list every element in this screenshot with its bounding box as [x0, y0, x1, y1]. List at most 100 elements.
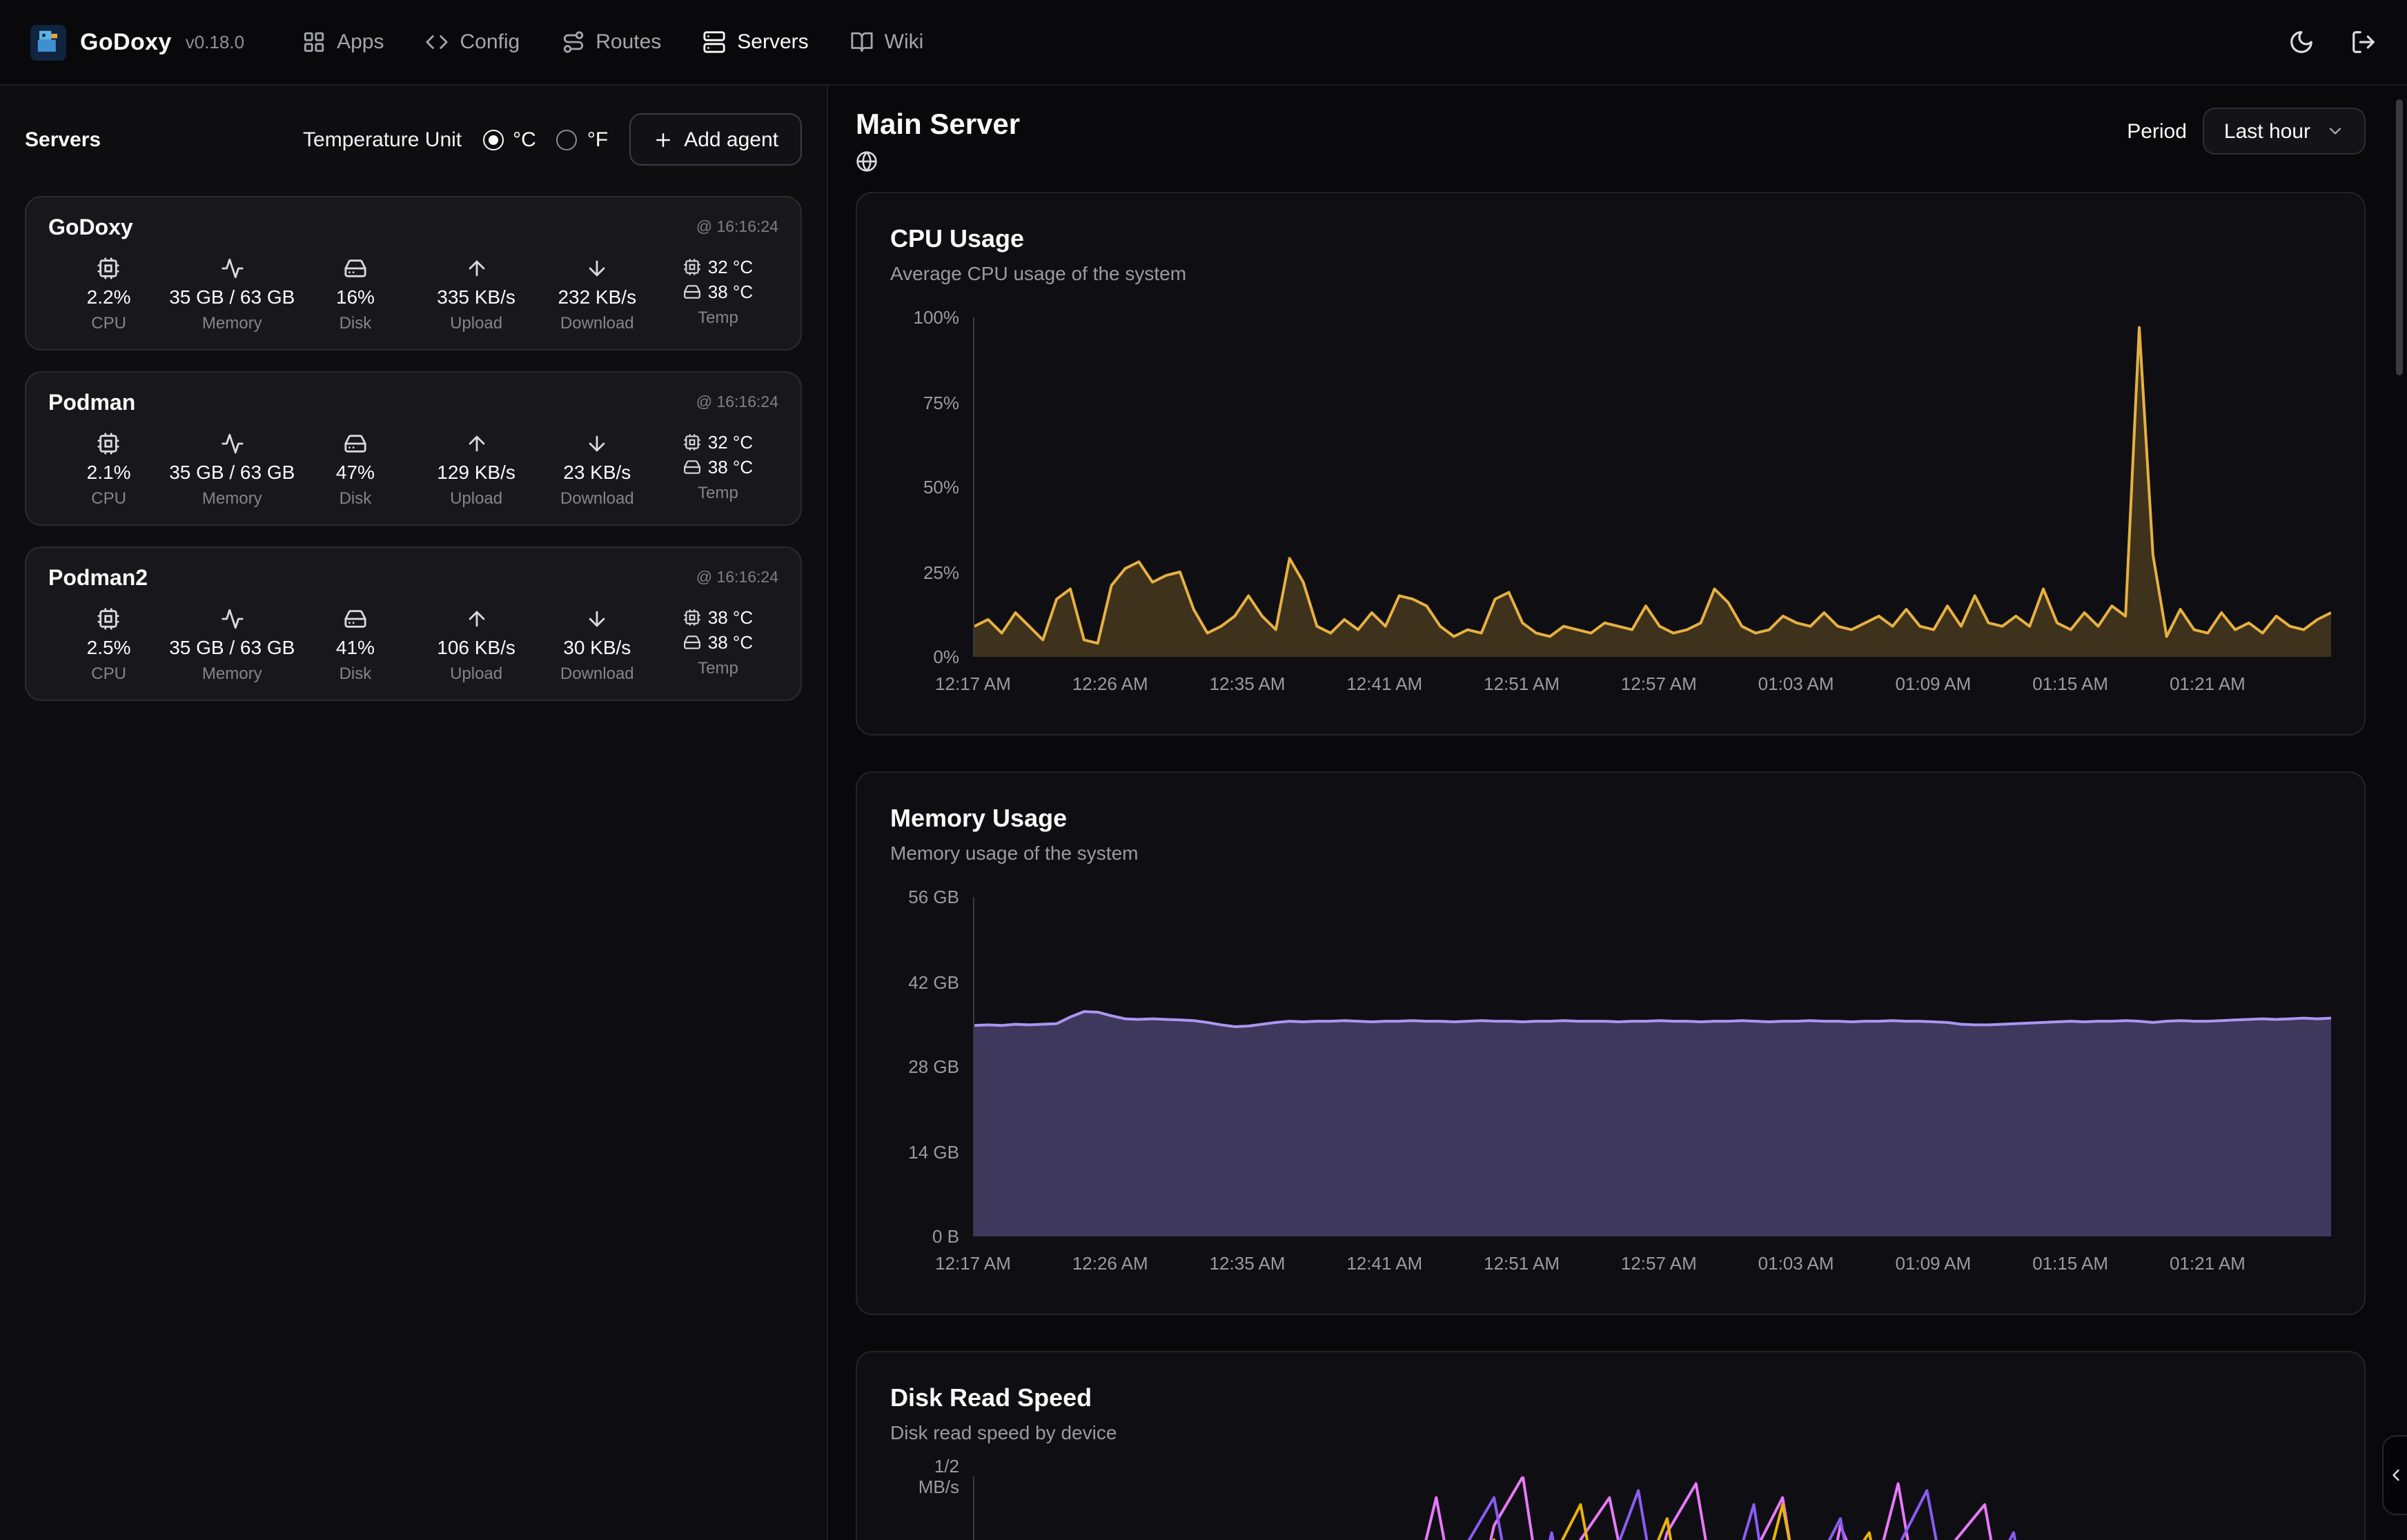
cpu-usage-plot[interactable]: [973, 317, 2331, 657]
period-label: Period: [2127, 119, 2187, 143]
chevron-down-icon: [2326, 121, 2345, 141]
version-text: v0.18.0: [186, 32, 244, 52]
arrow-down-icon: [585, 432, 609, 455]
memory-value: 35 GB / 63 GB: [169, 636, 295, 658]
radio-celsius[interactable]: °C: [482, 128, 536, 151]
arrow-down-icon: [585, 257, 609, 280]
upload-value: 106 KB/s: [437, 636, 515, 658]
nav-item-apps[interactable]: Apps: [302, 30, 384, 54]
scrollbar-thumb[interactable]: [2396, 99, 2403, 375]
period-select[interactable]: Last hour: [2203, 108, 2366, 155]
add-agent-button[interactable]: Add agent: [629, 113, 802, 166]
activity-icon: [220, 607, 244, 631]
cpu-icon: [683, 433, 701, 451]
memory-usage-plot[interactable]: [973, 897, 2331, 1236]
memory-usage-chart: 56 GB42 GB28 GB14 GB0 B 12:17 AM12:26 AM…: [890, 897, 2331, 1283]
cpu-temp-row: 38 °C: [683, 607, 753, 628]
cpu-label: CPU: [91, 664, 126, 683]
disk-temp-value: 38 °C: [708, 282, 753, 302]
disk-read-speed-plot[interactable]: [973, 1477, 2331, 1540]
globe-icon: [856, 150, 1020, 172]
server-card-podman[interactable]: Podman @ 16:16:24 2.1% CPU 35 GB / 63 GB…: [25, 371, 802, 526]
nav-item-servers[interactable]: Servers: [703, 30, 808, 54]
hard-drive-icon: [683, 283, 701, 301]
temp-rows: 32 °C 38 °C: [683, 432, 753, 477]
memory-value: 35 GB / 63 GB: [169, 286, 295, 308]
period-value: Last hour: [2224, 119, 2310, 143]
download-stat: 232 KB/s Download: [537, 257, 658, 333]
upload-stat: 335 KB/s Upload: [416, 257, 537, 333]
nav-item-label: Servers: [737, 30, 808, 54]
chart-subtitle: Disk read speed by device: [890, 1421, 2331, 1443]
disk-stat: 16% Disk: [295, 257, 415, 333]
disk-read-speed-card: Disk Read Speed Disk read speed by devic…: [856, 1351, 2366, 1540]
main-title-block: Main Server: [856, 108, 1020, 172]
disk-value: 47%: [336, 461, 375, 483]
server-name: GoDoxy: [48, 217, 133, 241]
disk-value: 41%: [336, 636, 375, 658]
brand[interactable]: GoDoxy v0.18.0: [30, 24, 244, 60]
nav-item-config[interactable]: Config: [426, 30, 520, 54]
activity-icon: [220, 432, 244, 455]
main-panel: Main Server Period Last hour CPU Usage A…: [828, 86, 2407, 1540]
sidebar-collapse-tab[interactable]: [2382, 1435, 2407, 1515]
nav-item-wiki[interactable]: Wiki: [850, 30, 924, 54]
main-header: Main Server Period Last hour: [856, 108, 2366, 172]
download-value: 232 KB/s: [558, 286, 636, 308]
servers-sidebar: Servers Temperature Unit °C °F Add agent: [0, 86, 828, 1540]
cpu-temp-value: 32 °C: [708, 432, 753, 453]
radio-fahrenheit[interactable]: °F: [557, 128, 608, 151]
nav-item-routes[interactable]: Routes: [561, 30, 661, 54]
add-agent-label: Add agent: [684, 128, 778, 151]
temp-stat: 38 °C 38 °C Temp: [658, 607, 778, 683]
upload-value: 335 KB/s: [437, 286, 515, 308]
server-card-podman2[interactable]: Podman2 @ 16:16:24 2.5% CPU 35 GB / 63 G…: [25, 546, 802, 701]
upload-stat: 129 KB/s Upload: [416, 432, 537, 508]
memory-value: 35 GB / 63 GB: [169, 461, 295, 483]
disk-temp-value: 38 °C: [708, 457, 753, 477]
activity-icon: [220, 257, 244, 280]
disk-temp-value: 38 °C: [708, 632, 753, 653]
upload-label: Upload: [450, 664, 502, 683]
temp-stat: 32 °C 38 °C Temp: [658, 257, 778, 333]
cpu-temp-value: 32 °C: [708, 257, 753, 277]
disk-stat: 47% Disk: [295, 432, 415, 508]
chart-title: CPU Usage: [890, 224, 2331, 254]
disk-stat: 41% Disk: [295, 607, 415, 683]
period-control: Period Last hour: [2127, 108, 2366, 155]
cpu-icon: [97, 607, 121, 631]
upload-value: 129 KB/s: [437, 461, 515, 483]
arrow-up-icon: [464, 607, 488, 631]
cpu-stat: 2.2% CPU: [48, 257, 169, 333]
apps-grid-icon: [302, 30, 326, 54]
sidebar-header: Servers Temperature Unit °C °F Add agent: [25, 113, 802, 166]
download-label: Download: [560, 313, 634, 333]
chart-subtitle: Average CPU usage of the system: [890, 262, 2331, 284]
memory-label: Memory: [202, 313, 262, 333]
cpu-value: 2.2%: [87, 286, 131, 308]
servers-icon: [703, 30, 726, 54]
hard-drive-icon: [683, 458, 701, 476]
logout-icon[interactable]: [2350, 29, 2377, 55]
download-label: Download: [560, 664, 634, 683]
cpu-icon: [97, 432, 121, 455]
arrow-up-icon: [464, 257, 488, 280]
download-label: Download: [560, 488, 634, 508]
server-card-godoxy[interactable]: GoDoxy @ 16:16:24 2.2% CPU 35 GB / 63 GB…: [25, 196, 802, 351]
nav-item-label: Config: [460, 30, 520, 54]
hard-drive-icon: [683, 633, 701, 651]
navbar-actions: [2288, 29, 2377, 55]
y-axis-labels: 1/2 MB/s: [890, 1477, 973, 1540]
nav-item-label: Routes: [596, 30, 661, 54]
memory-stat: 35 GB / 63 GB Memory: [169, 607, 295, 683]
cpu-icon: [97, 257, 121, 280]
theme-toggle-moon-icon[interactable]: [2288, 29, 2315, 55]
hard-drive-icon: [344, 257, 367, 280]
memory-stat: 35 GB / 63 GB Memory: [169, 257, 295, 333]
cpu-value: 2.5%: [87, 636, 131, 658]
chart-subtitle: Memory usage of the system: [890, 842, 2331, 864]
disk-temp-row: 38 °C: [683, 632, 753, 653]
disk-label: Disk: [340, 313, 372, 333]
top-navbar: GoDoxy v0.18.0 Apps Config Routes Server…: [0, 0, 2407, 86]
server-stats: 2.5% CPU 35 GB / 63 GB Memory 41% Disk: [48, 607, 778, 683]
